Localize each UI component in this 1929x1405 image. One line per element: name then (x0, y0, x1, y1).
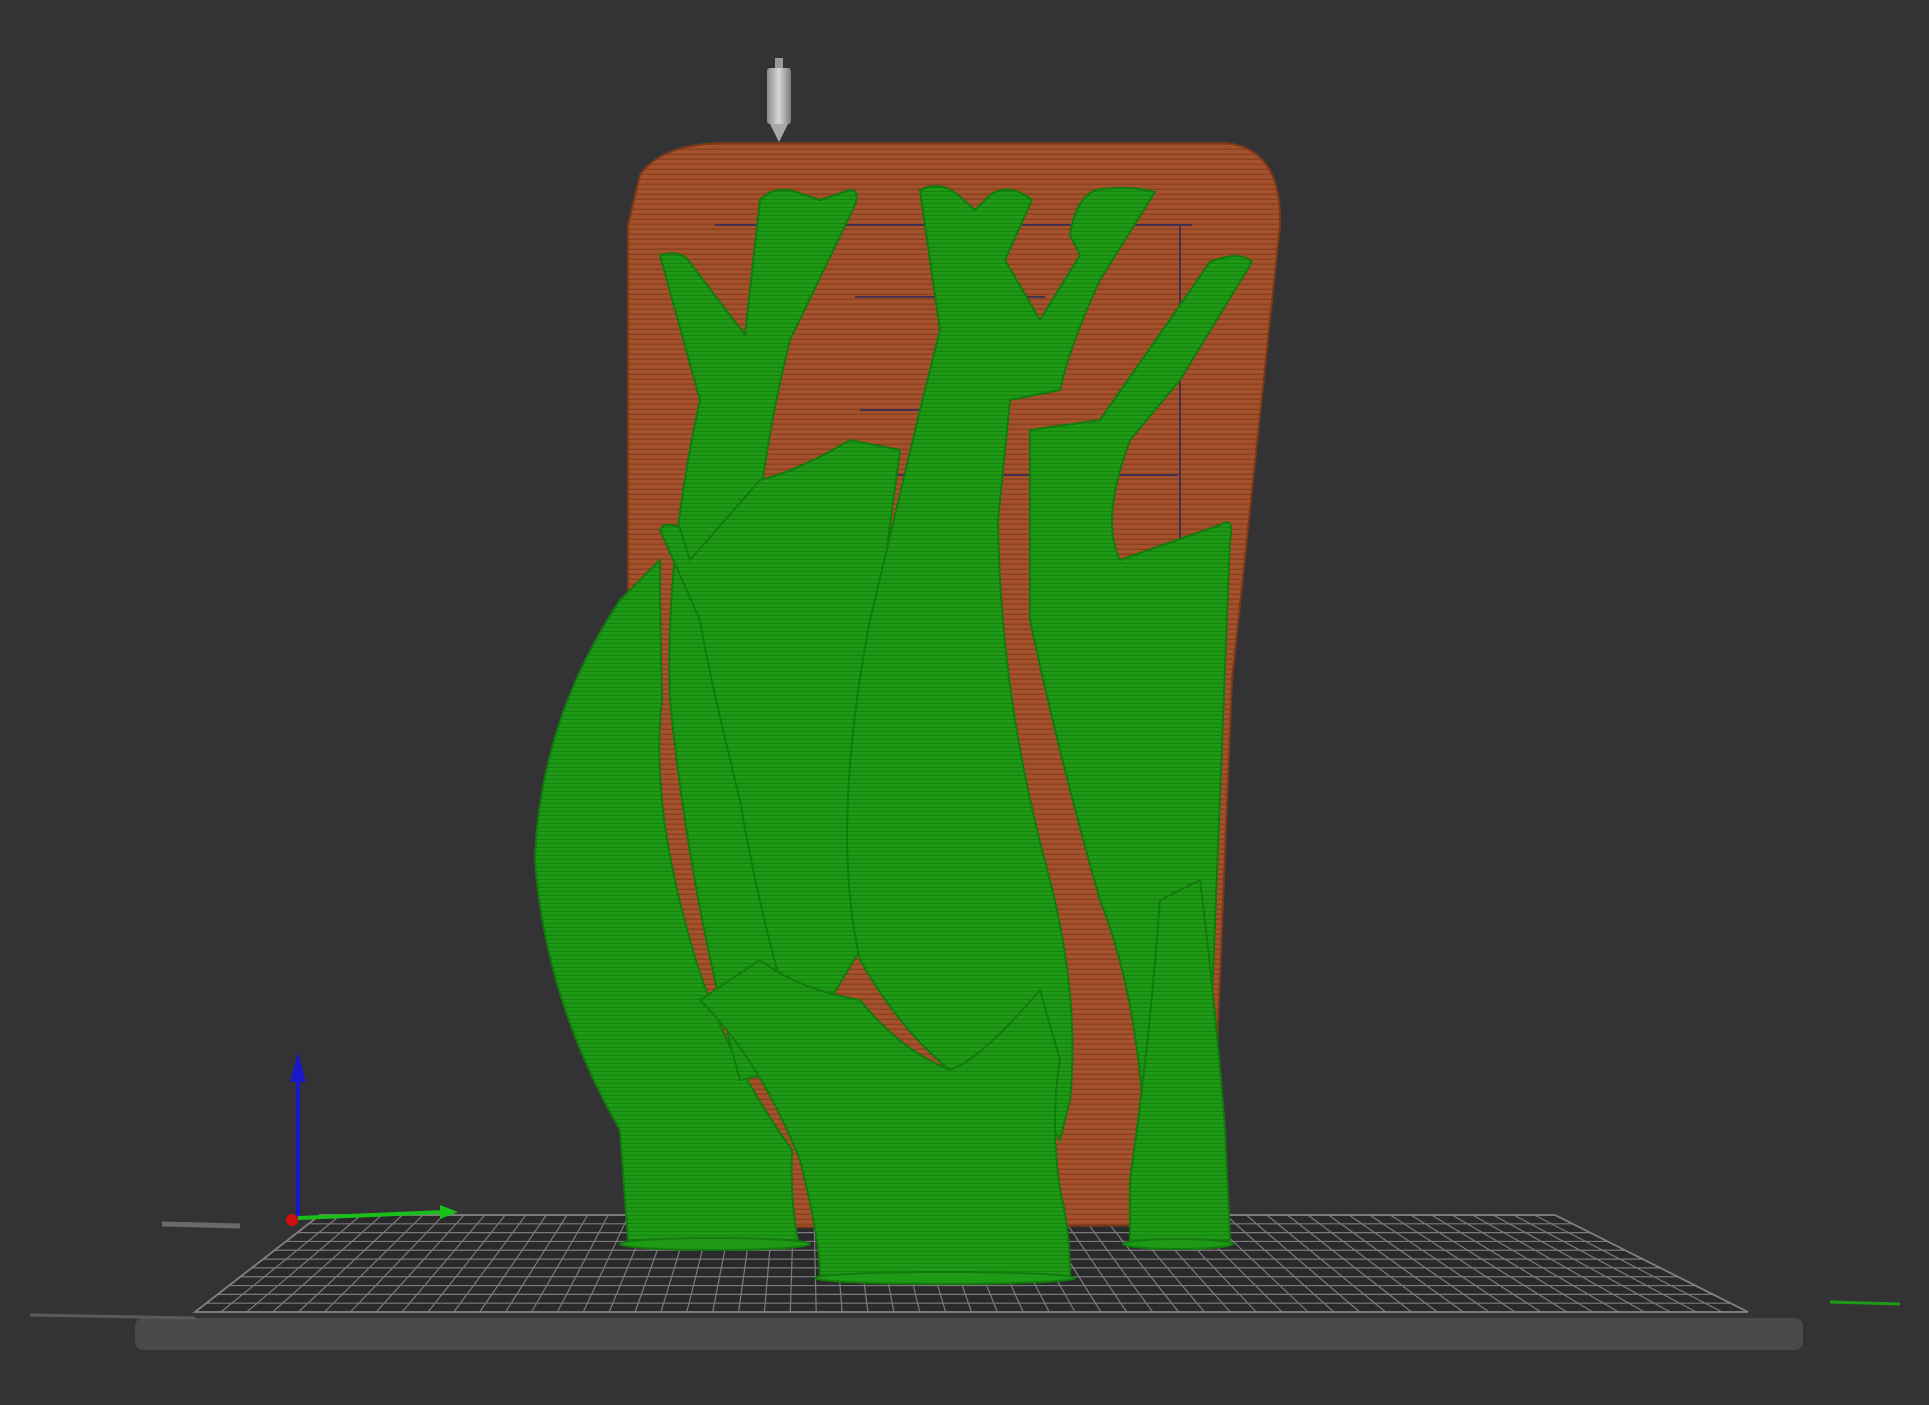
3d-viewport[interactable] (0, 0, 1929, 1405)
bed-edge-left (161, 1221, 241, 1229)
bed-frame (135, 1318, 1803, 1350)
bed-edge-right (1829, 1300, 1901, 1306)
xyz-axes-gizmo-icon (286, 1052, 458, 1226)
print-head-nozzle-icon (767, 58, 791, 142)
support-foot-right (1122, 1238, 1234, 1250)
preview-scene[interactable] (0, 0, 1929, 1405)
support-foot-left (619, 1237, 811, 1251)
bed-edge-front-left (29, 1313, 196, 1320)
support-foot-center (814, 1271, 1076, 1285)
